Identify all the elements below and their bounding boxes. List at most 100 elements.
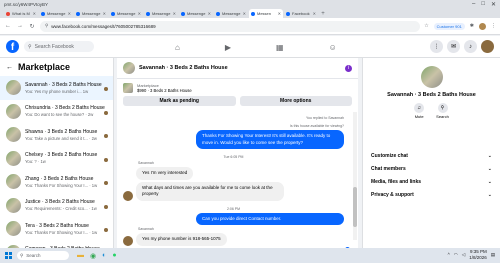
menu-icon[interactable]: ⋮	[491, 23, 496, 29]
browser-tab[interactable]: Messenge ✕	[39, 9, 73, 18]
tab-close-icon[interactable]: ✕	[138, 11, 141, 16]
back-arrow-icon[interactable]: ←	[6, 64, 13, 71]
minimize-icon[interactable]: –	[472, 1, 475, 8]
conversation-thumbnail	[6, 150, 21, 166]
browser-tab[interactable]: Messenge ✕	[109, 9, 143, 18]
volume-icon[interactable]: ◁	[462, 252, 465, 258]
scrollbar-thumb[interactable]	[353, 187, 357, 227]
incoming-message[interactable]: Yes I'm very interested	[136, 167, 194, 180]
sidebar-title: Marketplace	[18, 62, 71, 72]
tab-close-icon[interactable]: ✕	[103, 11, 106, 16]
new-tab-button[interactable]: +	[319, 9, 327, 18]
back-icon[interactable]: ←	[4, 23, 12, 29]
section-customize-chat[interactable]: Customize chat ⌄	[363, 149, 500, 162]
tab-label: Messenge	[117, 11, 136, 16]
facebook-logo[interactable]: f	[6, 40, 19, 53]
facebook-search[interactable]: ⚲ Search Facebook	[24, 41, 94, 52]
browser-tab[interactable]: What is M ✕	[4, 9, 38, 18]
mark-pending-button[interactable]: Mark as pending	[123, 96, 236, 106]
chevron-down-icon: ⌄	[487, 165, 492, 172]
conversation-text: Tera · 3 Beds 2 Baths House You: Thanks F…	[25, 223, 107, 235]
file-explorer-icon[interactable]: ▬	[77, 252, 84, 260]
chat-avatar[interactable]	[123, 62, 135, 74]
top-url-strip: pmt.sc/y6W4PVtoyBY	[0, 0, 500, 8]
marketplace-icon[interactable]: ▦	[276, 43, 284, 52]
more-options-button[interactable]: More options	[239, 96, 352, 106]
windows-start-icon[interactable]	[5, 252, 12, 259]
tab-close-icon[interactable]: ✕	[278, 11, 281, 16]
more-info-icon[interactable]: i	[345, 64, 352, 72]
section-label: Privacy & support	[371, 191, 414, 198]
info-actions: ♫ Mute ⚲ Search	[363, 103, 500, 119]
edge-icon[interactable]: ◐	[102, 252, 106, 260]
customer-button[interactable]: Customer 901	[433, 22, 465, 30]
home-icon[interactable]: ⌂	[175, 43, 180, 52]
section-chat-members[interactable]: Chat members ⌄	[363, 162, 500, 175]
taskbar-search[interactable]: ⚲ Search	[17, 251, 69, 260]
star-icon[interactable]: ☆	[424, 23, 428, 29]
tab-close-icon[interactable]: ✕	[33, 11, 36, 16]
notification-icon[interactable]: ▤	[491, 252, 495, 258]
sender-avatar[interactable]	[123, 190, 133, 201]
browser-tab[interactable]: Messenge ✕	[179, 9, 213, 18]
wifi-icon[interactable]: ◠	[454, 252, 458, 258]
reload-icon[interactable]: ↻	[28, 23, 36, 30]
chrome-icon[interactable]: ◉	[90, 252, 96, 260]
tab-close-icon[interactable]: ✕	[208, 11, 211, 16]
conversation-item[interactable]: Savannah · 3 Beds 2 Baths House You: Yes …	[0, 76, 113, 100]
conversation-preview: You: ? · 1w	[25, 159, 46, 165]
browser-tab[interactable]: Messenge ✕	[214, 9, 248, 18]
section-privacy-support[interactable]: Privacy & support ⌄	[363, 188, 500, 201]
whatsapp-icon[interactable]: ●	[112, 252, 116, 260]
omnibox[interactable]: ⚲ www.facebook.com/messages/t/7605002785…	[40, 20, 421, 32]
browser-tab[interactable]: Facebook ✕	[284, 9, 318, 18]
tab-close-icon[interactable]: ✕	[173, 11, 176, 16]
conversation-item[interactable]: Shawna · 3 Beds 2 Baths House You: Take a…	[0, 123, 113, 147]
browser-tab[interactable]: Messenge ✕	[74, 9, 108, 18]
outgoing-message[interactable]: Can you provide direct Contact number.	[196, 212, 344, 225]
chat-title[interactable]: Savannah · 3 Beds 2 Baths House	[139, 65, 341, 71]
tab-favicon-icon	[286, 11, 290, 16]
conversation-item[interactable]: Chrisundria · 3 Beds 2 Baths House You: D…	[0, 100, 113, 124]
groups-icon[interactable]: ☺	[329, 43, 337, 52]
sidebar-header: ← Marketplace	[0, 58, 113, 76]
apps-menu-icon[interactable]: ⋮	[430, 40, 443, 53]
close-window-icon[interactable]: ✕	[491, 1, 496, 8]
info-avatar	[420, 66, 443, 88]
mute-button[interactable]: ♫ Mute	[414, 103, 425, 119]
profile-avatar[interactable]	[479, 22, 486, 30]
extensions-icon[interactable]: ✱	[470, 23, 474, 29]
conversation-item[interactable]: Tera · 3 Beds 2 Baths House You: Thanks F…	[0, 217, 113, 241]
section-media-files-links[interactable]: Media, files and links ⌄	[363, 175, 500, 188]
chevron-up-icon[interactable]: ^	[448, 252, 450, 257]
outgoing-message[interactable]: Thanks For Showing Your Interest! It's s…	[196, 130, 344, 149]
tab-label: Messenge	[187, 11, 206, 16]
sender-avatar[interactable]	[123, 235, 133, 246]
maximize-icon[interactable]: □	[481, 1, 485, 8]
reply-quote: Is this house available for viewing?	[289, 124, 344, 128]
conversation-name: Zhang · 3 Beds 2 Baths House	[25, 175, 94, 182]
incoming-message[interactable]: What days and times are you available fo…	[136, 181, 284, 201]
account-avatar[interactable]	[481, 40, 494, 53]
chat-scrollbar[interactable]	[353, 112, 357, 240]
tab-close-icon[interactable]: ✕	[243, 11, 246, 16]
chevron-down-icon: ⌄	[487, 152, 492, 159]
tab-close-icon[interactable]: ✕	[68, 11, 71, 16]
conversation-item[interactable]: Justice · 3 Beds 2 Baths House You: Requi…	[0, 194, 113, 218]
site-info-icon[interactable]: ⚲	[45, 23, 48, 29]
browser-tab[interactable]: Messen ✕	[249, 9, 283, 18]
video-icon[interactable]: ▶	[225, 43, 231, 52]
clock[interactable]: 9:35 PM 1/8/2026	[469, 249, 487, 260]
search-button[interactable]: ⚲ Search	[436, 103, 449, 119]
conversation-item[interactable]: Zhang · 3 Beds 2 Baths House You: Thanks …	[0, 170, 113, 194]
listing-card[interactable]: Marketplace $990 · 3 Beds 2 Baths House	[123, 83, 352, 93]
messenger-icon[interactable]: ✉	[447, 40, 460, 53]
taskbar-left: ⚲ Search	[5, 251, 69, 260]
incoming-message[interactable]: Yes my phone number is 918-565-1075	[136, 233, 227, 246]
address-text[interactable]: www.facebook.com/messages/t/760500278531…	[51, 24, 155, 29]
tab-close-icon[interactable]: ✕	[313, 11, 316, 16]
notifications-icon[interactable]: ♪	[464, 40, 477, 53]
forward-icon[interactable]: →	[16, 23, 24, 29]
conversation-item[interactable]: Chelsey · 3 Beds 2 Baths House You: ? · 1…	[0, 147, 113, 171]
browser-tab[interactable]: Messenge ✕	[144, 9, 178, 18]
